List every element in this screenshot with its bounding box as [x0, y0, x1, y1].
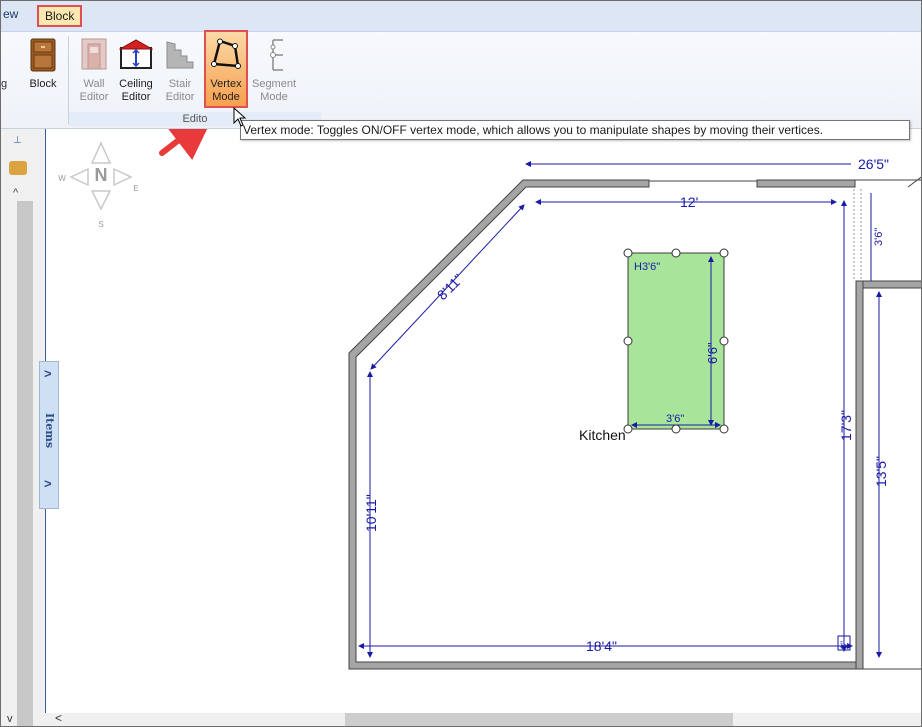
library-icon[interactable]: [9, 161, 27, 175]
app-window: ew Block g Block Wall Editor Ceiling Edi…: [0, 0, 922, 727]
vertex-shape-icon: [211, 38, 241, 69]
chevron-right-icon[interactable]: >: [44, 366, 52, 381]
vertex-handle[interactable]: [671, 424, 681, 434]
island-width-label: 3'6": [666, 413, 684, 425]
red-arrow-icon: [159, 129, 216, 161]
compass-icon: N W E S: [58, 141, 139, 229]
dim-corner-small: 8": [839, 641, 849, 649]
stair-icon: [166, 41, 194, 69]
dim-top-total: 26'5": [858, 156, 889, 172]
dim-diagonal: 8'11": [434, 271, 467, 304]
wall-door-icon: [81, 38, 107, 70]
compass-n: N: [95, 165, 108, 185]
scroll-up-icon[interactable]: ^: [13, 187, 18, 199]
island-height-label: H3'6": [634, 261, 660, 273]
cabinet-icon: [30, 38, 56, 72]
vertex-handle[interactable]: [671, 248, 681, 258]
vertex-mode-label: Vertex Mode: [210, 78, 242, 103]
vertex-handle[interactable]: [623, 248, 633, 258]
dimension-lines: [358, 161, 882, 658]
segment-icon: [270, 39, 283, 71]
ceiling-editor-label: Ceiling Editor: [119, 78, 153, 103]
dim-bottom-width: 18'4": [586, 638, 617, 654]
stair-editor-label: Stair Editor: [165, 78, 195, 103]
ceiling-editor-button[interactable]: Ceiling Editor: [115, 32, 157, 112]
block-label: Block: [29, 78, 57, 90]
scroll-down-icon[interactable]: v: [7, 713, 13, 725]
compass-w: W: [58, 174, 66, 183]
vertical-scrollbar[interactable]: [17, 201, 33, 726]
dim-right-height: 17'3": [838, 410, 854, 441]
island-depth-label: 6'6": [705, 342, 720, 364]
kitchen-island[interactable]: H3'6" 6'6" 3'6": [623, 248, 729, 434]
vertex-handle[interactable]: [719, 424, 729, 434]
vertex-handle[interactable]: [719, 336, 729, 346]
group-separator: [68, 36, 69, 124]
ribbon-prefix-label: g: [1, 78, 8, 90]
stair-editor-button[interactable]: Stair Editor: [161, 32, 199, 112]
scroll-left-icon[interactable]: <: [55, 711, 62, 725]
vertex-handle[interactable]: [719, 248, 729, 258]
floor-plan[interactable]: N W E S H3'6" 6'6" 3'6" Kitchen 26'5" 12…: [46, 129, 922, 713]
room-label: Kitchen: [579, 427, 626, 443]
menu-bar: ew Block: [1, 1, 921, 32]
horizontal-scrollbar[interactable]: <: [37, 711, 921, 726]
wall-editor-button[interactable]: Wall Editor: [75, 32, 113, 112]
dim-top-inner: 12': [680, 194, 698, 210]
dim-left-height: 10'11": [363, 494, 379, 532]
dim-right-gap: 3'6": [873, 228, 885, 246]
left-dock-panel: ⊥ ^: [1, 129, 37, 726]
pin-icon[interactable]: ⊥: [13, 135, 22, 146]
items-tab-label: Items: [43, 412, 57, 449]
ribbon: g Block Wall Editor Ceiling Editor Stair…: [1, 30, 921, 129]
drawing-canvas[interactable]: N W E S H3'6" 6'6" 3'6" Kitchen 26'5" 12…: [45, 129, 922, 713]
tab-block[interactable]: Block: [37, 5, 83, 27]
items-side-tab[interactable]: > Items >: [39, 361, 59, 509]
chevron-right-icon[interactable]: >: [44, 476, 52, 491]
vertex-mode-tooltip: Vertex mode: Toggles ON/OFF vertex mode,…: [240, 120, 910, 140]
segment-mode-label: Segment Mode: [251, 78, 297, 103]
cursor-icon: [233, 107, 247, 127]
block-button[interactable]: Block: [23, 32, 63, 112]
ceiling-icon: [119, 39, 153, 69]
vertex-handle[interactable]: [623, 336, 633, 346]
tab-view[interactable]: ew: [3, 7, 18, 21]
dim-right-room-height: 13'5": [873, 456, 889, 487]
compass-s: S: [98, 220, 103, 229]
compass-e: E: [133, 184, 138, 193]
vertex-mode-button[interactable]: Vertex Mode: [204, 30, 248, 108]
horizontal-scroll-thumb[interactable]: [345, 713, 733, 726]
wall-editor-label: Wall Editor: [79, 78, 109, 103]
segment-mode-button[interactable]: Segment Mode: [251, 32, 297, 112]
